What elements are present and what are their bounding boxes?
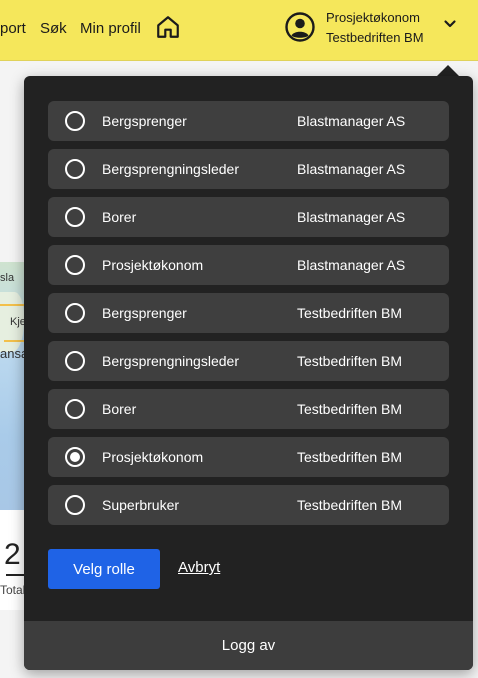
map-label: sla: [0, 272, 15, 284]
role-option[interactable]: Borer Testbedriften BM: [48, 389, 449, 429]
current-company: Testbedriften BM: [326, 30, 424, 45]
chevron-down-icon: [444, 20, 456, 28]
radio-button[interactable]: [65, 111, 85, 131]
page: sla Kje ansa 2 Total port Søk Min profil…: [0, 0, 478, 678]
nav-link-search[interactable]: Søk: [40, 20, 67, 37]
profile-menu-button[interactable]: Prosjektøkonom Testbedriften BM: [284, 6, 464, 50]
role-company: Testbedriften BM: [297, 305, 403, 321]
role-option[interactable]: Bergsprenger Testbedriften BM: [48, 293, 449, 333]
role-name: Bergsprengningsleder: [102, 161, 239, 177]
map-road: [0, 304, 24, 306]
radio-button[interactable]: [65, 303, 85, 323]
radio-button[interactable]: [65, 399, 85, 419]
select-role-button[interactable]: Velg rolle: [48, 549, 160, 589]
nav-link-report[interactable]: port: [0, 20, 26, 37]
radio-button[interactable]: [65, 207, 85, 227]
radio-button[interactable]: [65, 159, 85, 179]
role-company: Testbedriften BM: [297, 401, 403, 417]
summary-number: 2: [4, 538, 21, 571]
role-option[interactable]: Borer Blastmanager AS: [48, 197, 449, 237]
home-icon[interactable]: [155, 14, 181, 40]
role-option[interactable]: Prosjektøkonom Blastmanager AS: [48, 245, 449, 285]
role-option[interactable]: Bergsprengningsleder Testbedriften BM: [48, 341, 449, 381]
role-option-selected[interactable]: Prosjektøkonom Testbedriften BM: [48, 437, 449, 477]
role-name: Bergsprengningsleder: [102, 353, 239, 369]
map-road: [4, 340, 24, 342]
role-option[interactable]: Bergsprenger Blastmanager AS: [48, 101, 449, 141]
summary-underline: [6, 574, 24, 576]
role-name: Superbruker: [102, 497, 180, 513]
role-company: Testbedriften BM: [297, 497, 403, 513]
current-role: Prosjektøkonom: [326, 10, 420, 25]
radio-button[interactable]: [65, 495, 85, 515]
map-preview[interactable]: sla Kje ansa: [0, 262, 24, 510]
role-name: Borer: [102, 401, 137, 417]
role-name: Bergsprenger: [102, 113, 187, 129]
logout-label: Logg av: [221, 637, 276, 654]
map-label: Kje: [10, 316, 24, 328]
role-option[interactable]: Bergsprengningsleder Blastmanager AS: [48, 149, 449, 189]
role-switch-panel: Bergsprenger Blastmanager AS Bergsprengn…: [24, 76, 473, 670]
radio-button[interactable]: [65, 351, 85, 371]
map-label: ansa: [0, 346, 24, 361]
nav-link-my-profile[interactable]: Min profil: [80, 20, 141, 37]
role-company: Blastmanager AS: [297, 257, 406, 273]
role-company: Blastmanager AS: [297, 113, 406, 129]
cancel-link[interactable]: Avbryt: [178, 559, 220, 576]
role-name: Prosjektøkonom: [102, 257, 204, 273]
role-company: Testbedriften BM: [297, 353, 403, 369]
radio-dot: [70, 452, 80, 462]
logout-button[interactable]: Logg av: [24, 621, 473, 670]
role-company: Blastmanager AS: [297, 161, 406, 177]
role-name: Prosjektøkonom: [102, 449, 204, 465]
account-circle-icon: [285, 12, 315, 42]
role-option[interactable]: Superbruker Testbedriften BM: [48, 485, 449, 525]
summary-label: Total: [0, 583, 26, 597]
radio-button[interactable]: [65, 255, 85, 275]
top-header: port Søk Min profil Prosjektøkonom Testb…: [0, 0, 478, 61]
radio-button-checked[interactable]: [65, 447, 85, 467]
role-company: Testbedriften BM: [297, 449, 403, 465]
role-name: Borer: [102, 209, 137, 225]
role-company: Blastmanager AS: [297, 209, 406, 225]
role-name: Bergsprenger: [102, 305, 187, 321]
